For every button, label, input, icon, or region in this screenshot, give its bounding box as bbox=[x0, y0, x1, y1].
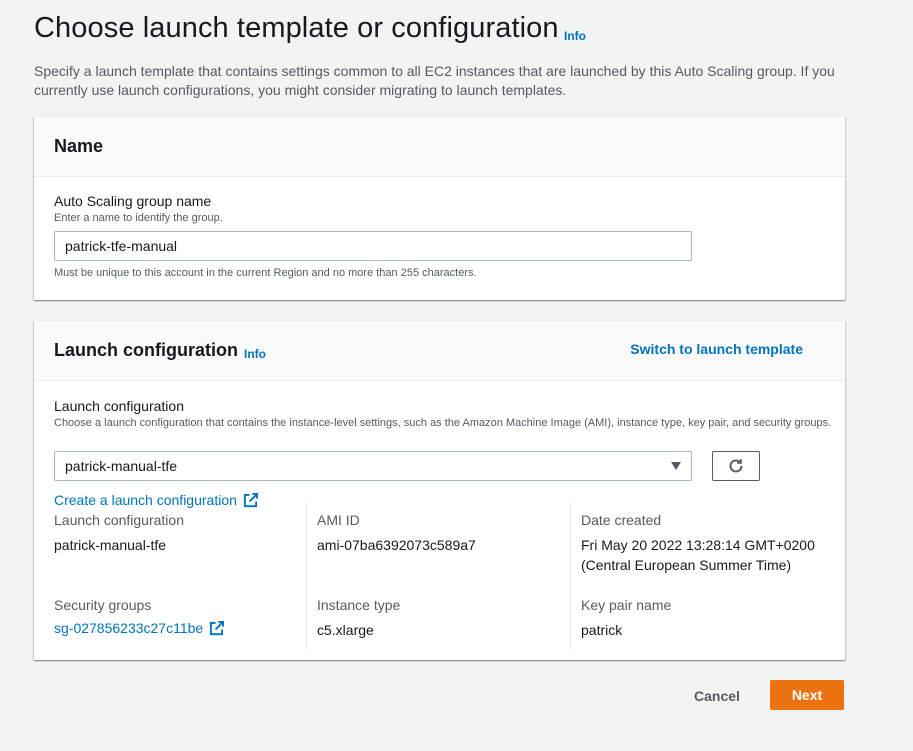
column-divider bbox=[570, 501, 571, 651]
page-description: Specify a launch template that contains … bbox=[34, 63, 835, 98]
external-link-icon bbox=[243, 492, 258, 507]
detail-value-date-created-line2: (Central European Summer Time) bbox=[581, 557, 792, 573]
launch-config-selected-value: patrick-manual-tfe bbox=[65, 458, 178, 474]
detail-value-launch-configuration: patrick-manual-tfe bbox=[54, 537, 167, 553]
asg-name-constraint: Must be unique to this account in the cu… bbox=[54, 267, 477, 279]
name-panel-header: Name bbox=[34, 117, 845, 177]
column-divider bbox=[306, 501, 307, 651]
refresh-icon bbox=[729, 459, 743, 473]
create-launch-configuration-label: Create a launch configuration bbox=[54, 492, 237, 508]
detail-value-key-pair: patrick bbox=[581, 622, 623, 638]
name-panel-title: Name bbox=[54, 136, 104, 156]
launch-configuration-panel: Launch configuration Info Switch to laun… bbox=[34, 320, 845, 660]
asg-name-label: Auto Scaling group name bbox=[54, 193, 212, 209]
detail-key-security-groups: Security groups bbox=[54, 597, 152, 613]
security-group-value: sg-027856233c27c11be bbox=[54, 620, 204, 636]
detail-value-ami-id: ami-07ba6392073c589a7 bbox=[317, 537, 476, 553]
external-link-icon bbox=[210, 620, 225, 635]
detail-key-ami-id: AMI ID bbox=[317, 512, 360, 528]
create-launch-configuration-link[interactable]: Create a launch configuration bbox=[54, 492, 258, 508]
switch-to-launch-template-link[interactable]: Switch to launch template bbox=[630, 341, 803, 357]
page-title: Choose launch template or configuration bbox=[34, 12, 559, 44]
launch-config-label: Launch configuration bbox=[54, 398, 184, 414]
detail-value-date-created-line1: Fri May 20 2022 13:28:14 GMT+0200 bbox=[581, 537, 815, 553]
detail-key-date-created: Date created bbox=[581, 512, 662, 528]
caret-down-icon bbox=[671, 462, 681, 470]
detail-key-instance-type: Instance type bbox=[317, 597, 401, 613]
detail-value-instance-type: c5.xlarge bbox=[317, 622, 374, 638]
asg-name-value: patrick-tfe-manual bbox=[65, 238, 178, 254]
launch-config-description: Choose a launch configuration that conta… bbox=[54, 417, 832, 429]
security-group-link[interactable]: sg-027856233c27c11be bbox=[54, 620, 225, 636]
asg-name-input[interactable]: patrick-tfe-manual bbox=[54, 231, 692, 261]
refresh-button[interactable] bbox=[712, 451, 760, 481]
cancel-button[interactable]: Cancel bbox=[681, 681, 753, 711]
launch-config-select[interactable]: patrick-manual-tfe bbox=[54, 451, 692, 481]
name-panel: Name Auto Scaling group name Enter a nam… bbox=[34, 116, 845, 300]
next-button[interactable]: Next bbox=[770, 680, 844, 710]
launch-panel-info-link[interactable]: Info bbox=[244, 347, 266, 361]
detail-key-launch-configuration: Launch configuration bbox=[54, 512, 184, 528]
launch-panel-title: Launch configuration bbox=[54, 340, 238, 360]
detail-key-key-pair: Key pair name bbox=[581, 597, 672, 613]
asg-name-description: Enter a name to identify the group. bbox=[54, 212, 223, 224]
launch-panel-header: Launch configuration Info Switch to laun… bbox=[34, 321, 845, 381]
page-info-link[interactable]: Info bbox=[564, 29, 586, 43]
